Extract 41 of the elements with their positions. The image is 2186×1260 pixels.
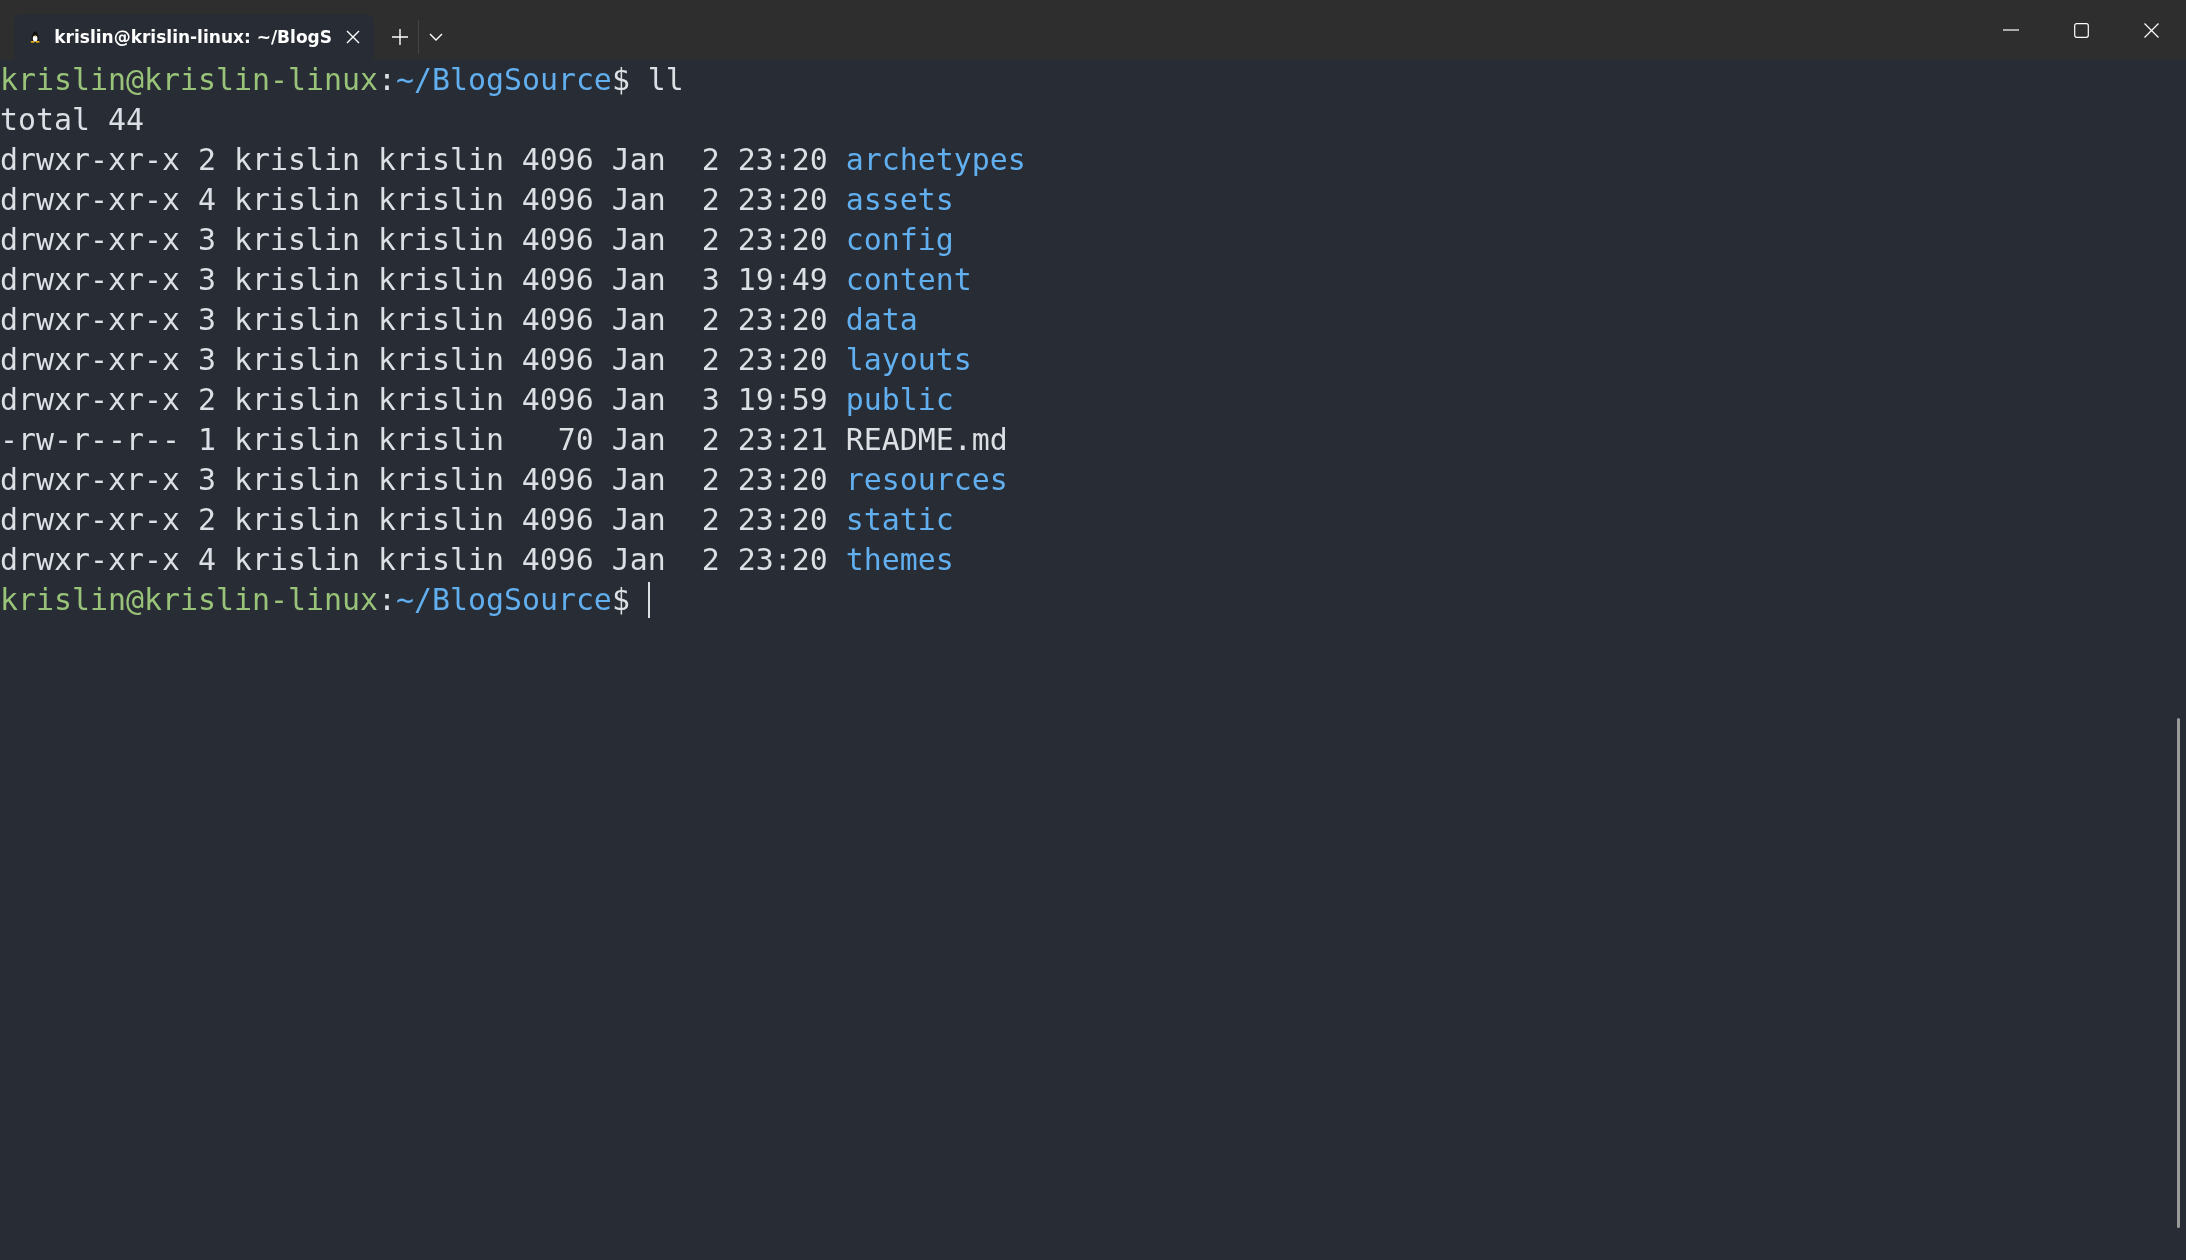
directory-name: layouts (845, 341, 972, 379)
prompt-separator: : (377, 61, 396, 99)
prompt-path: ~/BlogSource (395, 581, 612, 619)
prompt-separator: : (377, 581, 396, 619)
prompt-symbol: $ (611, 581, 630, 619)
close-icon (2143, 22, 2159, 38)
file-details: drwxr-xr-x 2 krislin krislin 4096 Jan 2 23:20 (0, 501, 828, 539)
file-details: drwxr-xr-x 2 krislin krislin 4096 Jan 3 19:59 (0, 381, 828, 419)
prompt-user-host: krislin@krislin-linux (0, 61, 378, 99)
file-details: drwxr-xr-x 3 krislin krislin 4096 Jan 3 19:49 (0, 261, 828, 299)
file-details: drwxr-xr-x 3 krislin krislin 4096 Jan 2 23:20 (0, 461, 828, 499)
terminal-tab[interactable]: krislin@krislin-linux: ~/BlogS (14, 14, 374, 60)
file-details: drwxr-xr-x 4 krislin krislin 4096 Jan 2 23:20 (0, 541, 828, 579)
output-text: total 44 (0, 101, 144, 139)
prompt-path: ~/BlogSource (395, 61, 612, 99)
directory-name: public (845, 381, 954, 419)
file-details: drwxr-xr-x 3 krislin krislin 4096 Jan 2 23:20 (0, 341, 828, 379)
directory-name: themes (845, 541, 954, 579)
new-tab-icon[interactable] (392, 29, 408, 45)
file-details: drwxr-xr-x 2 krislin krislin 4096 Jan 2 23:20 (0, 141, 828, 179)
prompt-symbol: $ (611, 61, 630, 99)
maximize-icon (2073, 22, 2089, 38)
directory-name: static (845, 501, 954, 539)
directory-name: assets (845, 181, 954, 219)
minimize-icon (2003, 29, 2019, 31)
tab-title: krislin@krislin-linux: ~/BlogS (54, 27, 332, 47)
directory-name: content (845, 261, 972, 299)
chevron-down-icon[interactable] (429, 33, 443, 41)
file-name: README.md (845, 421, 1008, 459)
directory-name: data (845, 301, 918, 339)
scrollbar-thumb[interactable] (2177, 718, 2180, 1228)
file-details: drwxr-xr-x 4 krislin krislin 4096 Jan 2 23:20 (0, 181, 828, 219)
file-details: drwxr-xr-x 3 krislin krislin 4096 Jan 2 23:20 (0, 301, 828, 339)
prompt-user-host: krislin@krislin-linux (0, 581, 378, 619)
command-text: ll (647, 61, 684, 99)
file-details: -rw-r--r-- 1 krislin krislin 70 Jan 2 23:21 (0, 421, 828, 459)
directory-name: resources (845, 461, 1008, 499)
close-tab-icon[interactable] (346, 30, 360, 44)
directory-name: config (845, 221, 954, 259)
file-details: drwxr-xr-x 3 krislin krislin 4096 Jan 2 23:20 (0, 221, 828, 259)
directory-name: archetypes (845, 141, 1026, 179)
